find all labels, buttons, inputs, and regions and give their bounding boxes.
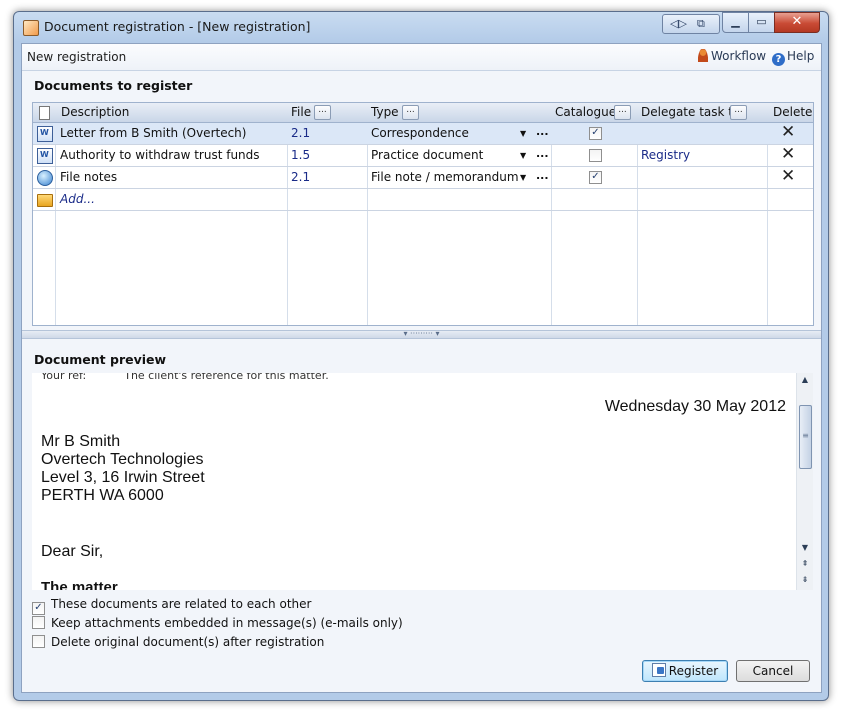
keep-attachments-checkbox[interactable]: [32, 616, 45, 629]
preview-date: Wednesday 30 May 2012: [604, 398, 786, 415]
person-icon: [698, 49, 708, 62]
row-description[interactable]: Letter from B Smith (Overtech): [60, 126, 246, 140]
document-row[interactable]: Authority to withdraw trust funds 1.5 Pr…: [33, 144, 813, 167]
title-bar[interactable]: Document registration - [New registratio…: [14, 12, 828, 42]
col-type[interactable]: Type: [371, 105, 399, 119]
row-type[interactable]: Practice document: [371, 148, 483, 162]
delete-icon[interactable]: ✕: [781, 122, 795, 142]
col-file[interactable]: File: [291, 105, 311, 119]
page-icon: [39, 106, 50, 120]
address-line: Mr B Smith: [41, 433, 121, 450]
maximize-button[interactable]: ▭: [748, 12, 775, 33]
word-document-icon: [37, 148, 53, 164]
keep-attachments-option[interactable]: Keep attachments embedded in message(s) …: [32, 616, 403, 630]
grid-header: Description File ... Type ... Catalogue …: [33, 103, 813, 123]
add-row[interactable]: Add...: [33, 189, 813, 211]
option-label: These documents are related to each othe…: [51, 597, 312, 611]
type-more-button[interactable]: ...: [536, 169, 549, 182]
col-catalogue[interactable]: Catalogue: [555, 105, 616, 119]
add-document-link[interactable]: Add...: [60, 192, 95, 206]
ref-value: The client's reference for this matter.: [124, 373, 329, 382]
pane-splitter[interactable]: ▾ ········· ▾: [22, 330, 821, 339]
workflow-label: Workflow: [711, 49, 767, 63]
address-line: Overtech Technologies: [41, 451, 204, 468]
documents-section-title: Documents to register: [34, 78, 193, 93]
scroll-down-icon[interactable]: ▼: [797, 541, 813, 555]
title-extra-buttons[interactable]: ◁▷ ⧉: [662, 14, 720, 34]
document-preview: Your ref: The client's reference for this…: [32, 373, 796, 590]
window-title: Document registration - [New registratio…: [44, 19, 311, 34]
type-dropdown-icon[interactable]: ▼: [520, 151, 526, 160]
col-description[interactable]: Description: [61, 105, 129, 119]
arrows-icon[interactable]: ◁▷: [670, 17, 687, 30]
word-document-icon: [37, 126, 53, 142]
preview-greeting: Dear Sir,: [41, 543, 104, 560]
documents-grid: Description File ... Type ... Catalogue …: [32, 102, 814, 326]
row-description[interactable]: Authority to withdraw trust funds: [60, 148, 260, 162]
help-link[interactable]: ? Help: [772, 49, 814, 66]
row-type[interactable]: File note / memorandum: [371, 170, 519, 184]
col-delete[interactable]: Delete: [773, 105, 812, 119]
dialog-body: New registration Workflow ? Help Document…: [21, 43, 822, 693]
related-documents-option[interactable]: ✓ These documents are related to each oth…: [32, 597, 311, 615]
row-file[interactable]: 1.5: [291, 148, 310, 162]
row-description[interactable]: File notes: [60, 170, 117, 184]
address-line: Level 3, 16 Irwin Street: [41, 469, 205, 486]
preview-scrollbar[interactable]: ▲ ≡ ▼ ⇞ ⇟: [796, 373, 813, 590]
toolbar-label: New registration: [27, 50, 127, 64]
note-icon: [37, 170, 53, 186]
catalogue-checkbox[interactable]: ✓: [589, 171, 602, 184]
delete-original-option[interactable]: Delete original document(s) after regist…: [32, 635, 324, 649]
app-icon: [23, 20, 39, 36]
type-dropdown-icon[interactable]: ▼: [520, 173, 526, 182]
type-more-button[interactable]: ...: [536, 125, 549, 138]
catalogue-column-picker-button[interactable]: ...: [614, 105, 631, 120]
workflow-link[interactable]: Workflow: [698, 49, 766, 63]
file-column-picker-button[interactable]: ...: [314, 105, 331, 120]
register-icon: [651, 663, 666, 677]
next-page-icon[interactable]: ⇟: [797, 573, 813, 587]
folder-open-icon: [37, 194, 53, 207]
document-row[interactable]: File notes 2.1 File note / memorandum ▼ …: [33, 166, 813, 189]
scroll-up-icon[interactable]: ▲: [797, 373, 813, 387]
minimize-button[interactable]: ▁: [722, 12, 749, 33]
preview-section-title: Document preview: [34, 352, 167, 367]
col-delegate[interactable]: Delegate task to: [641, 105, 740, 119]
type-column-picker-button[interactable]: ...: [402, 105, 419, 120]
dialog-window: Document registration - [New registratio…: [13, 11, 829, 701]
row-delegate[interactable]: Registry: [641, 148, 690, 162]
row-file[interactable]: 2.1: [291, 126, 310, 140]
catalogue-checkbox[interactable]: ✓: [589, 127, 602, 140]
preview-reference-line: Your ref: The client's reference for this…: [41, 373, 329, 382]
toolbar: New registration Workflow ? Help: [22, 44, 821, 71]
type-dropdown-icon[interactable]: ▼: [520, 129, 526, 138]
dock-icon[interactable]: ⧉: [697, 17, 705, 31]
type-more-button[interactable]: ...: [536, 147, 549, 160]
help-icon: ?: [772, 53, 785, 66]
delete-icon[interactable]: ✕: [781, 166, 795, 186]
row-file[interactable]: 2.1: [291, 170, 310, 184]
option-label: Delete original document(s) after regist…: [51, 635, 325, 649]
document-row[interactable]: Letter from B Smith (Overtech) 2.1 Corre…: [33, 122, 813, 145]
preview-address: Mr B Smith Overtech Technologies Level 3…: [41, 433, 205, 505]
scroll-thumb[interactable]: ≡: [799, 405, 812, 469]
address-line: PERTH WA 6000: [41, 487, 164, 504]
close-button[interactable]: ✕: [774, 12, 820, 33]
register-button[interactable]: Register: [642, 660, 728, 682]
catalogue-checkbox[interactable]: [589, 149, 602, 162]
register-label: Register: [668, 664, 719, 678]
row-type[interactable]: Correspondence: [371, 126, 469, 140]
related-documents-checkbox[interactable]: ✓: [32, 602, 45, 615]
previous-page-icon[interactable]: ⇞: [797, 557, 813, 571]
option-label: Keep attachments embedded in message(s) …: [51, 616, 403, 630]
delegate-column-picker-button[interactable]: ...: [730, 105, 747, 120]
delete-original-checkbox[interactable]: [32, 635, 45, 648]
cancel-button[interactable]: Cancel: [736, 660, 810, 682]
preview-heading: The matter: [41, 579, 118, 590]
delete-icon[interactable]: ✕: [781, 144, 795, 164]
ref-label: Your ref:: [41, 373, 87, 382]
help-label: Help: [787, 49, 815, 63]
